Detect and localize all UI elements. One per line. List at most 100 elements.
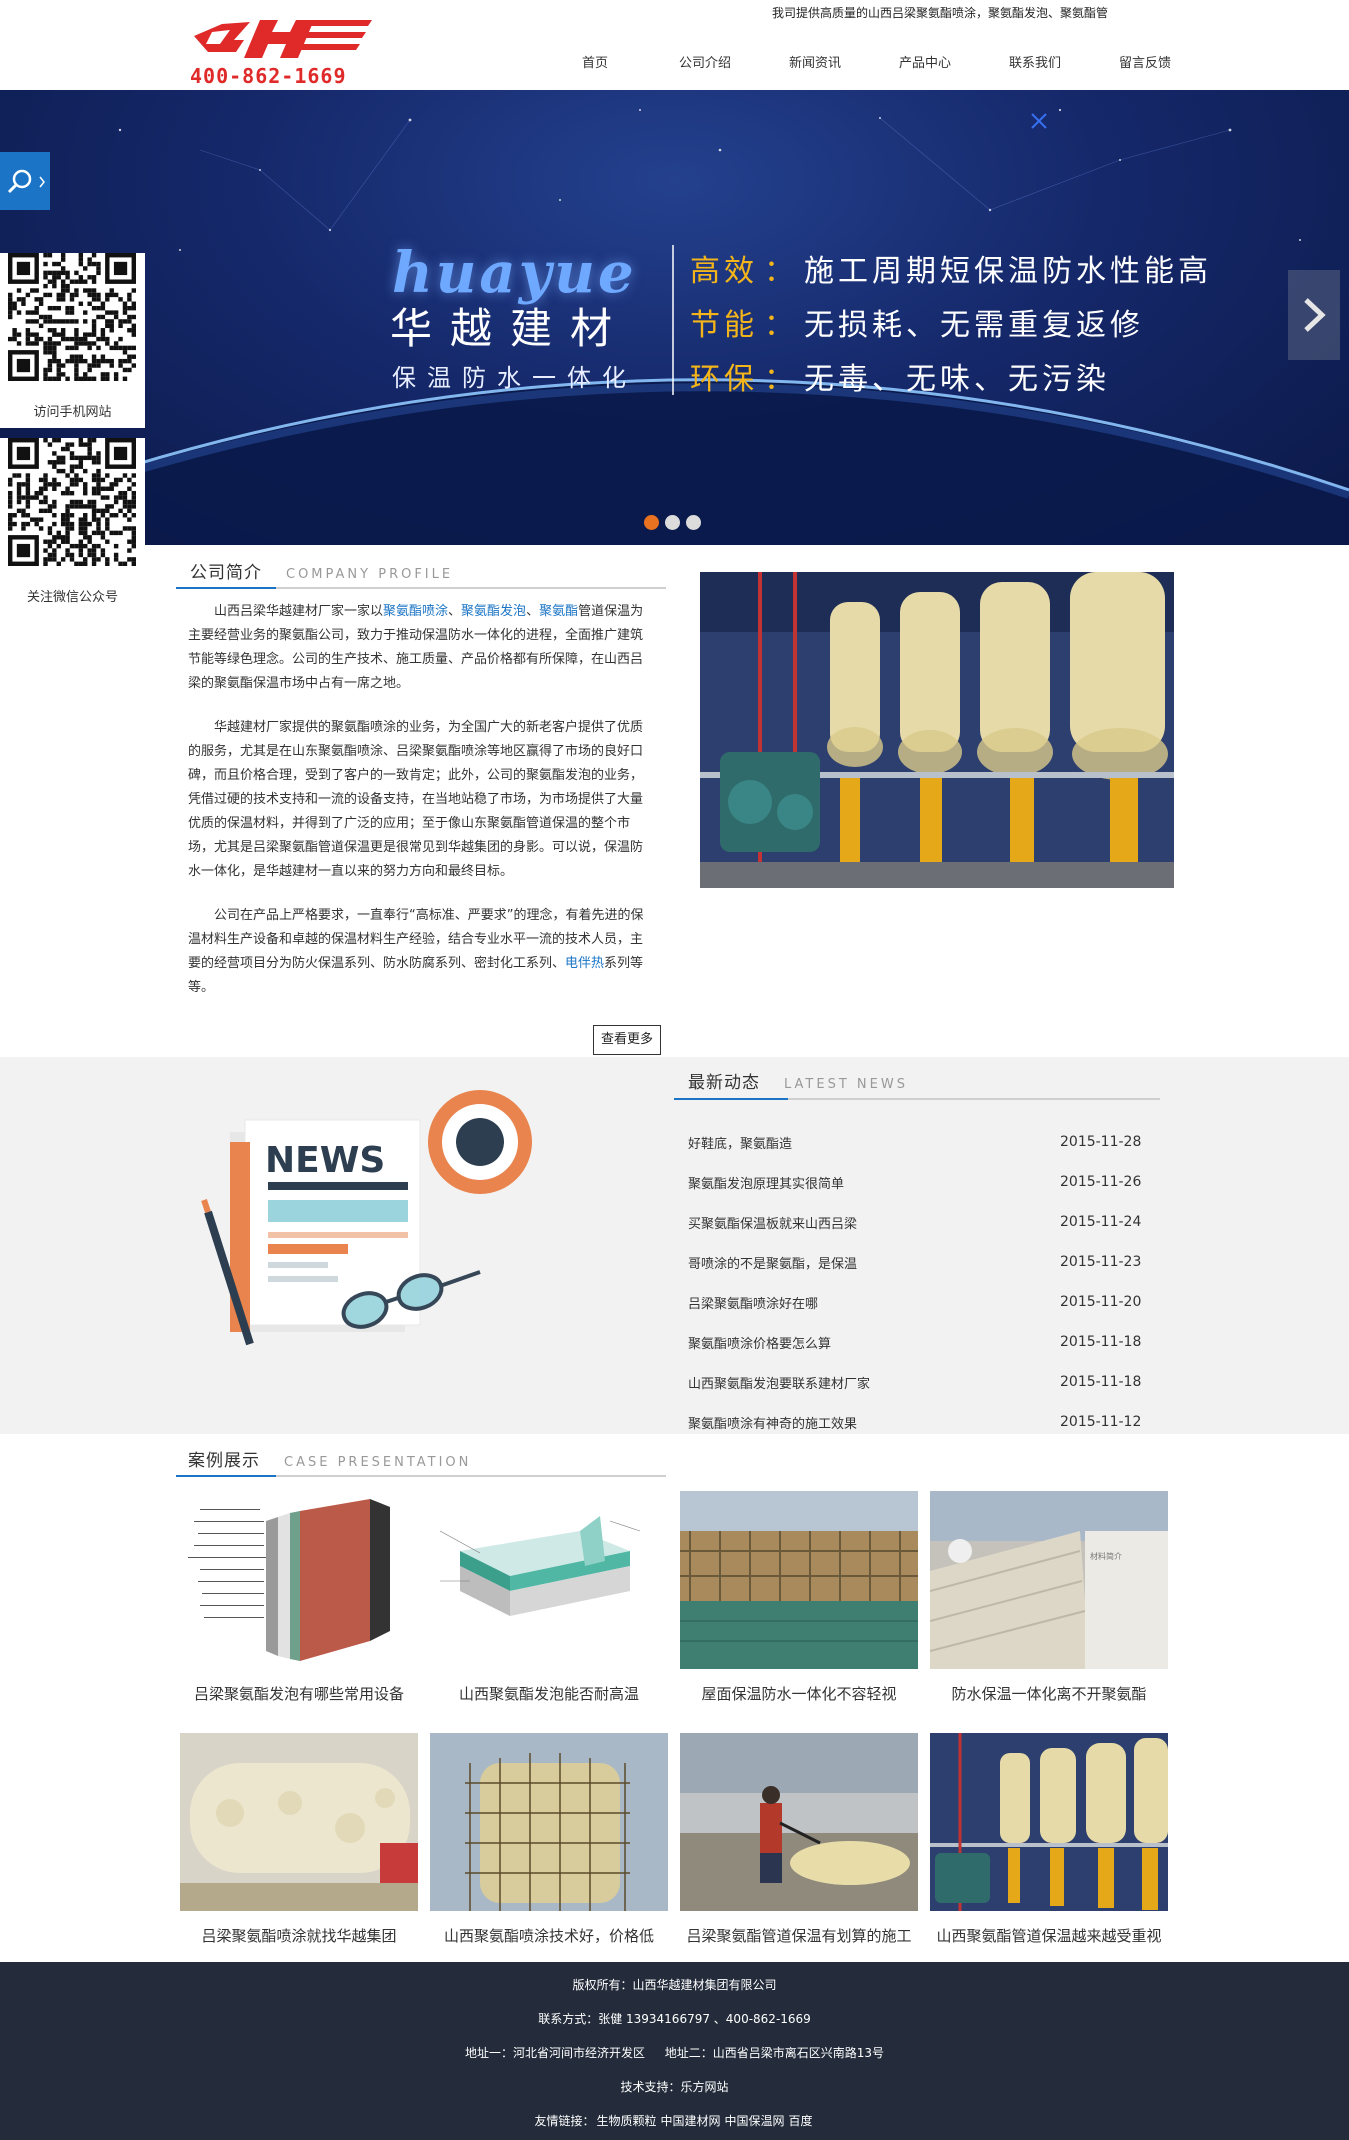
banner-dot-1[interactable] xyxy=(644,515,659,530)
case-card[interactable]: 吕梁聚氨酯管道保温有划算的施工 xyxy=(680,1733,918,1946)
feature-key: 环保 xyxy=(690,362,758,397)
nav-products[interactable]: 产品中心 xyxy=(870,52,980,74)
main-nav: 首页 公司介绍 新闻资讯 产品中心 联系我们 留言反馈 xyxy=(540,52,1200,74)
nav-home[interactable]: 首页 xyxy=(540,52,650,74)
case-image[interactable] xyxy=(180,1733,418,1911)
case-image[interactable] xyxy=(680,1733,918,1911)
news-item[interactable]: 好鞋底，聚氨酯造 2015-11-28 xyxy=(688,1122,1160,1162)
case-caption[interactable]: 屋面保温防水一体化不容轻视 xyxy=(680,1683,918,1704)
about-text-span: 、 xyxy=(526,604,540,619)
banner-dot-3[interactable] xyxy=(686,515,701,530)
footer-tech-support[interactable]: 技术支持：乐方网站 xyxy=(0,2078,1349,2095)
news-item[interactable]: 买聚氨酯保温板就来山西吕梁 2015-11-24 xyxy=(688,1202,1160,1242)
news-item-date: 2015-11-24 xyxy=(1060,1214,1142,1230)
friend-link[interactable]: 中国建材网 xyxy=(660,2114,720,2128)
case-caption[interactable]: 吕梁聚氨酯管道保温有划算的施工 xyxy=(680,1925,918,1946)
news-item-title[interactable]: 山西聚氨酯发泡要联系建材厂家 xyxy=(688,1373,870,1392)
banner-brand-sub: 保温防水一体化 xyxy=(392,364,637,392)
footer-address-2: 地址二：山西省吕梁市离石区兴南路13号 xyxy=(664,2046,885,2060)
footer-friend-links: 友情链接： 生物质颗粒 中国建材网 中国保温网 百度 xyxy=(0,2112,1349,2129)
site-logo[interactable]: 400-862-1669 xyxy=(190,18,380,88)
about-text: 山西吕梁华越建材厂家一家以聚氨酯喷涂、聚氨酯发泡、聚氨酯管道保温为主要经营业务的… xyxy=(188,600,650,1020)
news-item[interactable]: 山西聚氨酯发泡要联系建材厂家 2015-11-18 xyxy=(688,1362,1160,1402)
nav-news[interactable]: 新闻资讯 xyxy=(760,52,870,74)
case-image[interactable] xyxy=(930,1733,1168,1911)
case-caption[interactable]: 山西聚氨酯管道保温越来越受重视 xyxy=(930,1925,1168,1946)
about-title-en: COMPANY PROFILE xyxy=(286,567,454,582)
case-caption[interactable]: 吕梁聚氨酯发泡有哪些常用设备 xyxy=(180,1683,418,1704)
mobile-site-qr-code xyxy=(8,253,136,381)
wechat-qr-label: 关注微信公众号 xyxy=(26,590,118,605)
news-item-title[interactable]: 好鞋底，聚氨酯造 xyxy=(688,1133,792,1152)
banner-dot-2[interactable] xyxy=(665,515,680,530)
about-text-span: 山西吕梁华越建材厂家一家以 xyxy=(214,604,384,619)
case-image[interactable] xyxy=(430,1733,668,1911)
wall-layers-diagram-image xyxy=(188,1499,390,1661)
case-card[interactable]: 屋面保温防水一体化不容轻视 xyxy=(680,1491,918,1704)
starfield-background xyxy=(0,108,1349,545)
news-item-title[interactable]: 吕梁聚氨酯喷涂好在哪 xyxy=(688,1293,818,1312)
case-card[interactable]: 材料简介 防水保温一体化离不开聚氨酯 xyxy=(930,1491,1168,1704)
footer-address-1: 地址一：河北省河间市经济开发区 xyxy=(464,2046,645,2060)
nav-feedback[interactable]: 留言反馈 xyxy=(1090,52,1200,74)
worker-spray-image xyxy=(680,1733,918,1911)
case-card[interactable]: 山西聚氨酯发泡能否耐高温 xyxy=(430,1491,668,1704)
case-card[interactable]: 山西聚氨酯管道保温越来越受重视 xyxy=(930,1733,1168,1946)
case-image[interactable] xyxy=(180,1491,418,1669)
case-card[interactable]: 吕梁聚氨酯喷涂就找华越集团 xyxy=(180,1733,418,1946)
banner-feature-efficiency: 高效：施工周期短保温防水性能高 xyxy=(690,246,1212,290)
cases-title-en: CASE PRESENTATION xyxy=(284,1455,472,1470)
news-item[interactable]: 哥喷涂的不是聚氨酯，是保温 2015-11-23 xyxy=(688,1242,1160,1282)
news-item[interactable]: 聚氨酯喷涂有神奇的施工效果 2015-11-12 xyxy=(688,1402,1160,1442)
about-title-cn: 公司简介 xyxy=(190,563,262,583)
cases-title-rule xyxy=(176,1475,666,1477)
friend-link[interactable]: 百度 xyxy=(789,2114,813,2128)
header-tagline: 我司提供高质量的山西吕梁聚氨酯喷涂，聚氨酯发泡、聚氨酯管 xyxy=(772,6,1109,20)
view-more-button[interactable]: 查看更多 xyxy=(593,1025,661,1055)
silo-scaffold-image xyxy=(430,1733,668,1911)
case-image[interactable] xyxy=(680,1491,918,1669)
logo-mark-icon xyxy=(194,20,372,58)
news-item-date: 2015-11-23 xyxy=(1060,1254,1142,1270)
friend-link[interactable]: 中国保温网 xyxy=(725,2114,785,2128)
case-image[interactable]: 材料简介 xyxy=(930,1491,1168,1669)
news-item-title[interactable]: 哥喷涂的不是聚氨酯，是保温 xyxy=(688,1253,857,1272)
nav-contact[interactable]: 联系我们 xyxy=(980,52,1090,74)
plant-tanks-image xyxy=(930,1733,1168,1911)
floating-search-button[interactable] xyxy=(0,152,50,210)
news-item-title[interactable]: 聚氨酯喷涂价格要怎么算 xyxy=(688,1333,831,1352)
news-item[interactable]: 聚氨酯喷涂价格要怎么算 2015-11-18 xyxy=(688,1322,1160,1362)
nav-about[interactable]: 公司介绍 xyxy=(650,52,760,74)
tank-foam-image xyxy=(180,1733,418,1911)
site-header: 400-862-1669 我司提供高质量的山西吕梁聚氨酯喷涂，聚氨酯发泡、聚氨酯… xyxy=(0,0,1349,90)
about-paragraph-3: 公司在产品上严格要求，一直奉行“高标准、严要求”的理念，有着先进的保温材料生产设… xyxy=(188,904,650,1000)
news-item-title[interactable]: 买聚氨酯保温板就来山西吕梁 xyxy=(688,1213,857,1232)
news-item[interactable]: 吕梁聚氨酯喷涂好在哪 2015-11-20 xyxy=(688,1282,1160,1322)
case-image-overlay-text: 材料简介 xyxy=(1090,1552,1122,1561)
case-image[interactable] xyxy=(430,1491,668,1669)
feature-colon: ： xyxy=(764,254,798,289)
link-pu-foam[interactable]: 聚氨酯发泡 xyxy=(461,604,526,619)
case-caption[interactable]: 山西聚氨酯喷涂技术好，价格低 xyxy=(430,1925,668,1946)
link-pu-spray[interactable]: 聚氨酯喷涂 xyxy=(383,604,448,619)
news-item[interactable]: 聚氨酯发泡原理其实很简单 2015-11-26 xyxy=(688,1162,1160,1202)
news-illus-word: NEWS xyxy=(265,1140,385,1181)
factory-tanks-image xyxy=(700,572,1174,888)
friend-link[interactable]: 生物质颗粒 xyxy=(596,2114,656,2128)
news-item-title[interactable]: 聚氨酯发泡原理其实很简单 xyxy=(688,1173,844,1192)
roof-layers-diagram-image xyxy=(439,1516,641,1616)
case-card[interactable]: 山西聚氨酯喷涂技术好，价格低 xyxy=(430,1733,668,1946)
link-electric-heat[interactable]: 电伴热 xyxy=(565,956,604,971)
case-caption[interactable]: 吕梁聚氨酯喷涂就找华越集团 xyxy=(180,1925,418,1946)
hero-banner: huayue 华越建材 保温防水一体化 高效：施工周期短保温防水性能高 节能：无… xyxy=(0,90,1349,545)
link-pu[interactable]: 聚氨酯 xyxy=(539,604,578,619)
case-caption[interactable]: 防水保温一体化离不开聚氨酯 xyxy=(930,1683,1168,1704)
about-factory-photo xyxy=(700,572,1174,888)
logo-phone: 400-862-1669 xyxy=(190,64,347,88)
news-item-title[interactable]: 聚氨酯喷涂有神奇的施工效果 xyxy=(688,1413,857,1432)
news-title-rule-highlight xyxy=(674,1098,788,1100)
case-caption[interactable]: 山西聚氨酯发泡能否耐高温 xyxy=(430,1683,668,1704)
banner-next-button[interactable] xyxy=(1288,270,1340,360)
case-card[interactable]: 吕梁聚氨酯发泡有哪些常用设备 xyxy=(180,1491,418,1704)
cases-title-cn: 案例展示 xyxy=(188,1451,260,1471)
